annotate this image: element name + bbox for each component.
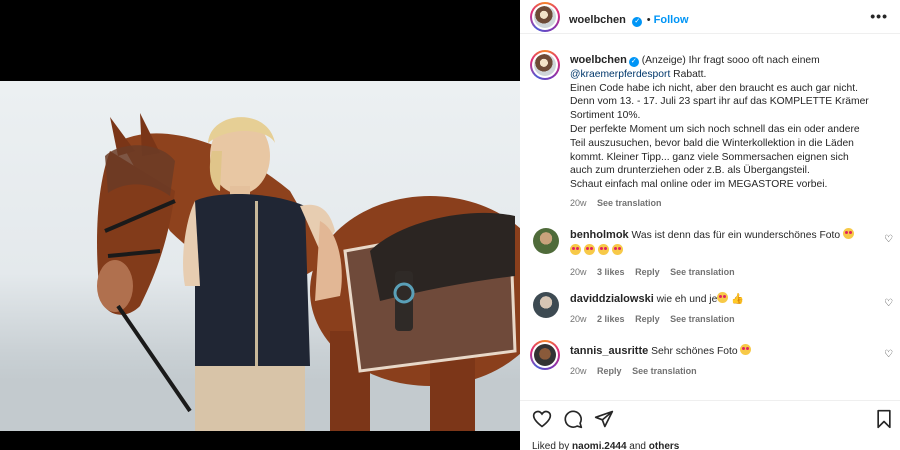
caption-line: auch zum drunterziehen oder z.B. als Übe… — [570, 165, 810, 177]
thumbs-up-emoji: 👍 — [731, 294, 745, 305]
comment-age: 20w — [570, 366, 587, 376]
comment-meta: 20w Reply See translation — [570, 364, 870, 378]
commenter-avatar[interactable] — [533, 228, 559, 254]
liked-prefix: Liked by — [532, 441, 573, 450]
verified-icon: ✓ — [628, 57, 639, 67]
heart-eyes-emoji — [740, 344, 752, 355]
caption-avatar[interactable] — [530, 50, 560, 80]
comment-username[interactable]: tannis_ausritte — [570, 345, 648, 357]
photo-illustration — [0, 113, 520, 431]
comment-username[interactable]: benholmok — [570, 229, 629, 241]
caption-line: Denn vom 13. - 17. Juli 23 spart ihr auf… — [570, 96, 869, 108]
heart-eyes-emoji — [611, 244, 623, 255]
caption-line: (Anzeige) Ihr fragt sooo oft nach einem — [641, 55, 820, 66]
caption-line: Teil auszusuchen, bevor bald die Winterk… — [570, 137, 854, 149]
comment-username[interactable]: daviddzialowski — [570, 293, 654, 305]
post-sidebar: woelbchen ✓ • Follow ••• woelbchen ✓ (Anz… — [520, 0, 900, 450]
caption-age: 20w — [570, 197, 587, 208]
reply-button[interactable]: Reply — [635, 314, 660, 324]
share-icon[interactable] — [594, 409, 614, 429]
comment-meta: 20w 2 likes Reply See translation — [570, 312, 870, 326]
liked-others[interactable]: others — [649, 441, 680, 450]
heart-eyes-emoji — [583, 244, 595, 255]
caption-line: kommt. Kleiner Tipp... ganz viele Sommer… — [570, 151, 849, 163]
liked-by-text: Liked by naomi.2444 and others — [532, 441, 679, 450]
caption-line: Schaut einfach mal online oder im MEGAST… — [570, 179, 828, 191]
comment-icon[interactable] — [563, 409, 583, 429]
post-caption: woelbchen ✓ (Anzeige) Ihr fragt sooo oft … — [570, 54, 890, 211]
comment-text: Sehr schönes Foto — [651, 346, 738, 357]
post-photo[interactable] — [0, 81, 520, 431]
action-bar: Liked by naomi.2444 and others — [520, 400, 900, 450]
caption-mention-link[interactable]: @kraemerpferdesport — [570, 69, 670, 80]
heart-eyes-emoji — [717, 292, 729, 303]
post-header: woelbchen ✓ • Follow ••• — [520, 0, 900, 34]
caption-line: Sortiment 10%. — [570, 110, 641, 122]
author-username[interactable]: woelbchen — [569, 14, 626, 26]
reply-button[interactable]: Reply — [597, 366, 622, 376]
see-translation-link[interactable]: See translation — [632, 366, 697, 376]
bookmark-icon[interactable] — [874, 409, 894, 429]
instagram-post-view: woelbchen ✓ • Follow ••• woelbchen ✓ (Anz… — [0, 0, 900, 450]
media-panel — [0, 0, 520, 450]
reply-button[interactable]: Reply — [635, 267, 660, 277]
caption-meta: 20w See translation — [570, 197, 890, 211]
comment-likes[interactable]: 3 likes — [597, 267, 625, 277]
see-translation-link[interactable]: See translation — [670, 314, 735, 324]
caption-line: Einen Code habe ich nicht, aber den brau… — [570, 82, 858, 94]
comment-text: Was ist denn das für ein wunderschönes F… — [631, 230, 841, 241]
author-avatar[interactable] — [530, 2, 560, 32]
commenter-avatar[interactable] — [530, 340, 560, 370]
liked-middle: and — [626, 441, 649, 450]
follow-button[interactable]: Follow — [654, 14, 689, 26]
heart-icon[interactable]: ♡ — [884, 235, 894, 245]
comment-meta: 20w 3 likes Reply See translation — [570, 265, 870, 279]
heart-icon[interactable] — [532, 409, 552, 429]
see-translation-link[interactable]: See translation — [597, 198, 662, 208]
caption-username[interactable]: woelbchen — [570, 54, 627, 66]
comment-age: 20w — [570, 267, 587, 277]
heart-icon[interactable]: ♡ — [884, 350, 894, 360]
heart-eyes-emoji — [570, 244, 581, 255]
liked-by-user[interactable]: naomi.2444 — [572, 441, 626, 450]
more-icon[interactable]: ••• — [870, 8, 888, 24]
comment-age: 20w — [570, 314, 587, 324]
heart-eyes-emoji — [597, 244, 609, 255]
comment-text: wie eh und je — [656, 294, 718, 305]
comment-item: tannis_ausritte Sehr schönes Foto 20w Re… — [570, 344, 870, 378]
comment-item: daviddzialowski wie eh und je 👍 20w 2 li… — [570, 292, 870, 326]
caption-line: Der perfekte Moment um sich noch schnell… — [570, 123, 860, 135]
comment-emoji-row — [570, 244, 870, 259]
commenter-avatar[interactable] — [533, 292, 559, 318]
caption-line: Rabatt. — [670, 68, 707, 80]
comment-likes[interactable]: 2 likes — [597, 314, 625, 324]
see-translation-link[interactable]: See translation — [670, 267, 735, 277]
verified-icon: ✓ — [632, 17, 643, 27]
comment-item: benholmok Was ist denn das für ein wunde… — [570, 228, 870, 279]
heart-icon[interactable]: ♡ — [884, 299, 894, 309]
heart-eyes-emoji — [842, 228, 854, 239]
